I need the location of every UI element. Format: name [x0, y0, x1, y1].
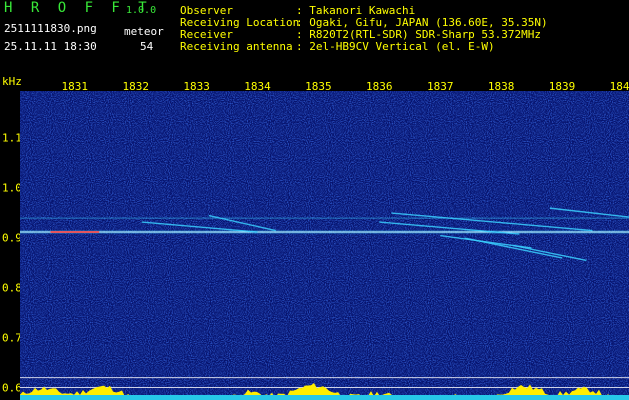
meteor-label: meteor — [124, 25, 164, 38]
spectrogram — [20, 91, 629, 400]
date-time: 25.11.11 18:30 — [4, 40, 97, 53]
y-tick-label: 0.8 — [2, 281, 22, 295]
antenna-value: : 2el-HB9CV Vertical (el. E-W) — [296, 40, 495, 53]
y-tick-label: 0.9 — [2, 231, 22, 245]
y-tick-label: 1.1 — [2, 131, 22, 145]
header-panel: H R O F F T 1.0.0 2511111830.png 25.11.1… — [0, 0, 629, 80]
meteor-count: 54 — [140, 40, 154, 53]
spectrogram-noise — [20, 91, 629, 400]
noise-band-base — [20, 395, 629, 400]
antenna-label: Receiving antenna — [180, 40, 293, 53]
app-version: 1.0.0 — [126, 5, 157, 16]
file-name: 2511111830.png — [4, 22, 97, 35]
y-tick-label: 0.7 — [2, 331, 22, 345]
y-tick-label: 1.0 — [2, 181, 22, 195]
y-tick-label: 0.6 — [2, 381, 22, 395]
y-axis-unit: kHz — [2, 75, 22, 88]
